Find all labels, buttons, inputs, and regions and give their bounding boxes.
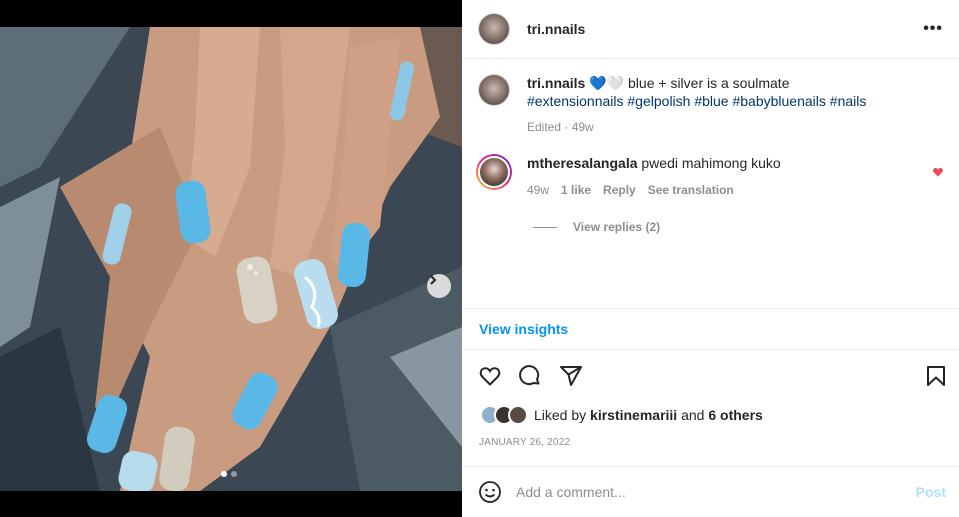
comment: mtheresalangala pwedi mahimong kuko 49w … — [476, 154, 951, 199]
caption: tri.nnails 💙🤍 blue + silver is a soulmat… — [478, 74, 948, 136]
avatar[interactable] — [478, 13, 510, 45]
comment-time[interactable]: 49w — [527, 181, 549, 199]
comment-actions: 49w 1 like Reply See translation — [527, 181, 781, 199]
bookmark-icon[interactable] — [924, 364, 948, 388]
reply-button[interactable]: Reply — [603, 181, 636, 199]
caption-edited: Edited · 49w — [527, 120, 594, 134]
caption-body: blue + silver is a soulmate — [628, 75, 790, 91]
post-button[interactable]: Post — [916, 484, 946, 500]
see-translation-button[interactable]: See translation — [648, 181, 734, 199]
heart-icon[interactable] — [478, 364, 502, 388]
comment-likes[interactable]: 1 like — [561, 181, 591, 199]
comment-text: pwedi mahimong kuko — [641, 155, 781, 171]
carousel-dot — [231, 471, 237, 477]
post-username[interactable]: tri.nnails — [527, 21, 585, 37]
view-replies-label: View replies (2) — [573, 220, 661, 234]
liked-by: Liked by kirstinemariii and 6 others — [480, 405, 763, 425]
insights-bar: View insights — [462, 308, 959, 350]
caption-text: tri.nnails 💙🤍 blue + silver is a soulmat… — [527, 74, 947, 136]
caption-emojis: 💙🤍 — [589, 75, 625, 91]
liked-by-others[interactable]: 6 others — [708, 407, 762, 423]
avatar[interactable] — [478, 74, 510, 106]
comment-box: Post — [462, 466, 959, 517]
heart-icon[interactable] — [932, 166, 944, 178]
post-media — [0, 0, 462, 517]
avatar[interactable] — [476, 154, 512, 190]
comment-input[interactable] — [516, 484, 906, 500]
carousel-dot — [221, 471, 227, 477]
comment-body: mtheresalangala pwedi mahimong kuko 49w … — [527, 154, 781, 199]
carousel-indicator — [221, 471, 237, 477]
post-date[interactable]: JANUARY 26, 2022 — [479, 437, 570, 448]
liker-avatars[interactable] — [480, 405, 528, 425]
divider — [533, 226, 557, 228]
liked-by-joiner: and — [681, 407, 705, 423]
post-header: tri.nnails ••• — [462, 0, 959, 59]
post-actions — [478, 364, 948, 390]
share-icon[interactable] — [559, 364, 583, 388]
comment-icon[interactable] — [518, 364, 542, 388]
post-details-panel: tri.nnails ••• tri.nnails 💙🤍 blue + silv… — [462, 0, 959, 517]
liked-by-user[interactable]: kirstinemariii — [590, 407, 677, 423]
view-replies-button[interactable]: View replies (2) — [533, 220, 660, 234]
carousel-next-button[interactable] — [427, 274, 451, 298]
chevron-right-icon — [430, 275, 437, 285]
comment-username[interactable]: mtheresalangala — [527, 155, 638, 171]
caption-hashtags[interactable]: #extensionnails #gelpolish #blue #babybl… — [527, 92, 947, 110]
emoji-icon[interactable] — [478, 480, 502, 504]
avatar — [508, 405, 528, 425]
post-photo[interactable] — [0, 27, 462, 491]
liked-by-prefix: Liked by — [534, 407, 587, 423]
nails-photo-illustration — [0, 27, 462, 491]
view-insights-link[interactable]: View insights — [479, 321, 568, 337]
more-icon[interactable]: ••• — [923, 20, 943, 38]
caption-username[interactable]: tri.nnails — [527, 75, 585, 91]
